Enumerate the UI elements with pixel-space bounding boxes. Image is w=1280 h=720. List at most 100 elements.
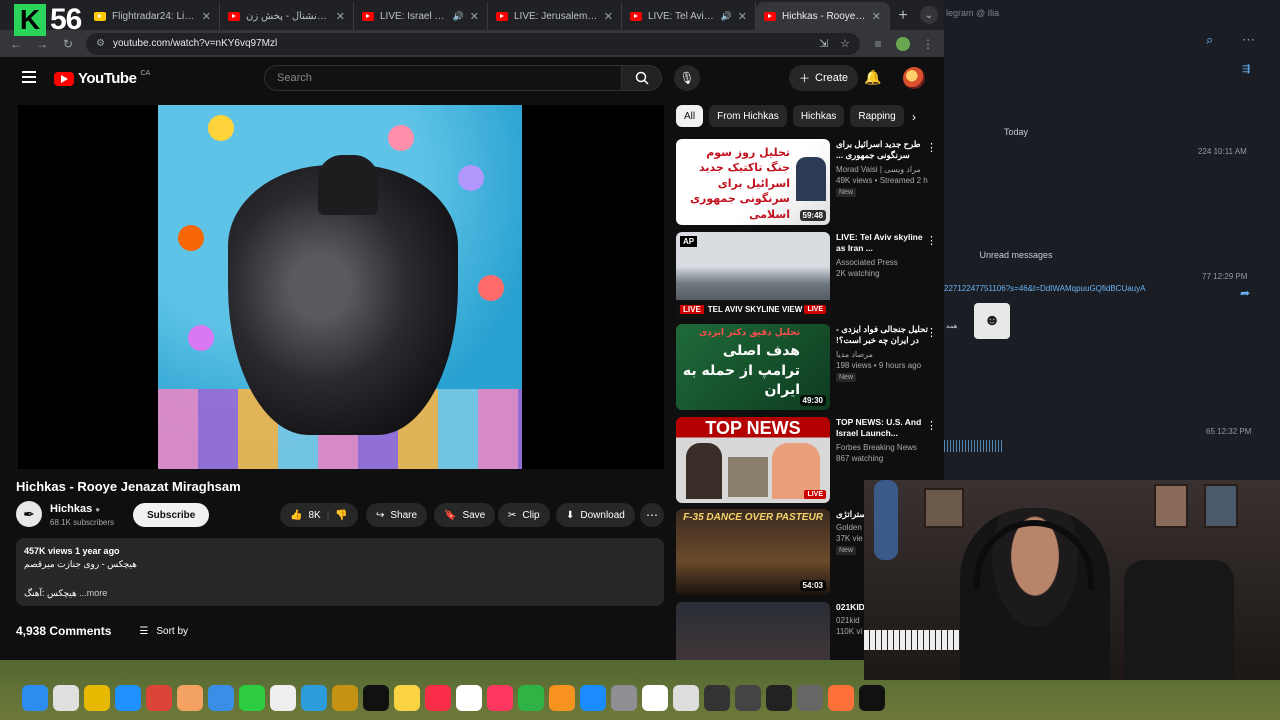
chrome-icon[interactable] [146,685,172,711]
launchpad-icon[interactable] [53,685,79,711]
search-button[interactable] [622,65,662,91]
duration-badge: 59:48 [799,210,826,221]
browser-tab-active[interactable]: Hichkas - Rooye Jena ✕ [756,2,890,30]
mail-icon[interactable] [208,685,234,711]
firefox-icon[interactable] [828,685,854,711]
subscribe-button[interactable]: Subscribe [133,503,210,527]
capcut-icon[interactable] [859,685,885,711]
voice-waveform[interactable] [944,440,1004,452]
chip-hichkas[interactable]: Hichkas [792,105,845,127]
clip-button[interactable]: ✂ Clip [498,503,550,527]
music-icon[interactable] [425,685,451,711]
calendar2-icon[interactable] [673,685,699,711]
more-vert-icon[interactable]: ⋯ [1242,32,1255,48]
chrome-menu-icon[interactable]: ⋮ [920,37,936,51]
reminders-icon[interactable] [270,685,296,711]
news-icon[interactable] [487,685,513,711]
back-icon[interactable]: ← [8,37,24,51]
browser-tab[interactable]: LIVE: Tel Aviv skyli 🔊 ✕ [622,2,756,30]
more-vert-icon[interactable]: ⋮ [926,326,937,339]
freeform-icon[interactable] [301,685,327,711]
download-button[interactable]: ⬇ Download [556,503,635,527]
create-button[interactable]: ＋ Create [789,65,859,91]
extensions-icon[interactable]: ≡ [870,37,886,51]
notion-icon[interactable] [642,685,668,711]
unity-icon[interactable] [766,685,792,711]
close-tab-icon[interactable]: ✕ [336,10,345,23]
youtube-logo[interactable]: YouTube CA [54,70,150,87]
youtube-header: YouTube CA Search 🎙 ＋ Create 🔔 [0,57,944,99]
browser-tab[interactable]: LIVE: Jerusalem skylin ✕ [488,2,622,30]
more-vert-icon[interactable]: ⋮ [926,234,937,247]
chip-all[interactable]: All [676,105,704,127]
bookmark-star-icon[interactable]: ☆ [840,37,850,50]
chip-from-hichkas[interactable]: From Hichkas [709,105,787,127]
account-avatar[interactable] [903,67,925,89]
channel-name: Forbes Breaking News [836,442,917,452]
recommended-video[interactable]: تحلیل دقیق دکتر ایزدی هدف اصلی ترامپ از … [676,324,937,412]
sort-by-button[interactable]: ☰ Sort by [139,626,188,637]
profile-avatar[interactable] [896,36,910,51]
close-tab-icon[interactable]: ✕ [872,10,881,23]
video-player[interactable] [18,105,664,469]
forward-icon[interactable]: → [34,37,50,51]
thumbs-down-icon[interactable]: 👎 [335,510,347,521]
speaker-icon[interactable]: 🔊 [721,11,732,22]
close-tab-icon[interactable]: ✕ [738,10,747,23]
notifications-bell-icon[interactable]: 🔔 [864,69,881,86]
browser-tab[interactable]: ایران اینترنشنال - پخش زن ✕ [220,2,354,30]
settings-icon[interactable] [611,685,637,711]
numbers-icon[interactable] [518,685,544,711]
menu-icon[interactable] [22,71,36,83]
close-tab-icon[interactable]: ✕ [202,10,211,23]
browser-tab-bar: Flightradar24: Live Flig ✕ ایران اینترنشن… [0,0,944,30]
install-icon[interactable]: ⇲ [819,37,828,50]
speaker-icon[interactable]: 🔊 [453,11,464,22]
sticker-image[interactable]: ☻ [974,303,1010,339]
channel-name[interactable]: Hichkas ● [50,503,100,515]
notes-folder-icon[interactable] [332,685,358,711]
chevron-right-icon[interactable]: › [912,110,916,124]
more-vert-icon[interactable]: ⋮ [926,141,937,154]
site-info-icon[interactable]: ⚙ [96,38,105,49]
browser-tab[interactable]: Flightradar24: Live Flig ✕ [86,2,220,30]
script-icon[interactable] [735,685,761,711]
more-actions-icon[interactable]: ⋯ [640,503,664,527]
chip-rapping[interactable]: Rapping [850,105,904,127]
reload-icon[interactable]: ↻ [60,37,76,51]
flower-decoration [178,225,204,251]
like-button[interactable]: 👍 8K | 👎 [280,503,358,527]
show-more-link[interactable]: ...more [79,588,107,598]
new-tab-button[interactable]: + [890,2,916,30]
close-tab-icon[interactable]: ✕ [470,10,479,23]
photos-icon[interactable] [177,685,203,711]
pin-icon[interactable]: ⇶ [1242,64,1250,75]
search-input[interactable]: Search [264,65,622,91]
url-field[interactable]: ⚙ youtube.com/watch?v=nKY6vq97Mzl ⇲ ☆ [86,32,860,55]
safari-icon[interactable] [115,685,141,711]
message-link[interactable]: 22712247751106?s=46&t=DdIWAMqpuuGQfidBCU… [944,284,1145,293]
appletv-icon[interactable] [363,685,389,711]
forward-icon[interactable]: ➦ [1240,286,1250,300]
facetime-icon[interactable] [239,685,265,711]
finder-icon[interactable] [22,685,48,711]
pages-icon[interactable] [549,685,575,711]
share-button[interactable]: ↪ Share [366,503,428,527]
more-vert-icon[interactable]: ⋮ [926,419,937,432]
calendar-icon[interactable] [456,685,482,711]
channel-avatar[interactable]: ✒ [16,501,42,527]
finalcut-icon[interactable] [797,685,823,711]
save-button[interactable]: 🔖 Save [434,503,496,527]
voice-search-button[interactable]: 🎙 [674,65,700,91]
appstore-icon[interactable] [580,685,606,711]
tab-search-icon[interactable]: ⌄ [920,6,938,24]
browser-tab[interactable]: LIVE: Israel and US 🔊 ✕ [354,2,488,30]
lasso-icon[interactable] [84,685,110,711]
close-tab-icon[interactable]: ✕ [604,10,613,23]
notes-icon[interactable] [394,685,420,711]
search-icon[interactable]: ⌕ [1206,32,1213,48]
description-box[interactable]: 457K views 1 year ago هیچکس - روی جنازت … [16,538,664,606]
recommended-video[interactable]: تحلیل روز سوم جنگ تاکتیک جدید اسرائیل بر… [676,139,937,227]
logic-icon[interactable] [704,685,730,711]
recommended-video[interactable]: AP LIVE TEL AVIV SKYLINE VIEW LIVE LIVE: … [676,232,937,320]
